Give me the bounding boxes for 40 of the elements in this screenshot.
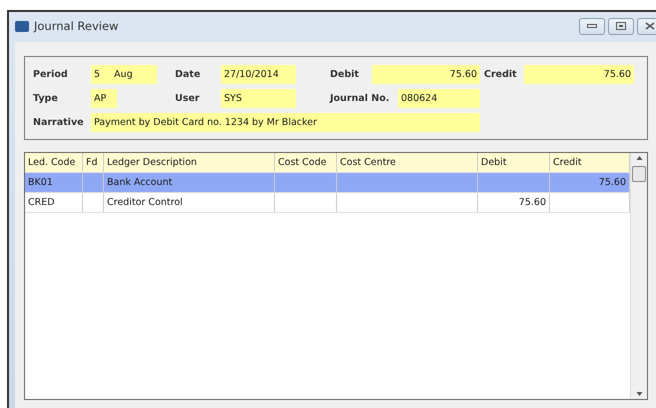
column-header[interactable]: Credit <box>550 153 630 172</box>
table-row[interactable]: BK01 Bank Account 75.60 <box>25 173 630 193</box>
column-header[interactable]: Cost Code <box>275 153 337 172</box>
value-field[interactable]: 080624 <box>398 89 480 108</box>
scroll-thumb[interactable] <box>632 166 646 182</box>
column-header[interactable]: Fd <box>83 153 104 172</box>
window-title: Journal Review <box>34 19 118 33</box>
table-row[interactable]: CRED Creditor Control 75.60 <box>25 193 630 213</box>
table-cell[interactable]: Creditor Control <box>104 193 275 212</box>
table-cell[interactable]: BK01 <box>25 173 83 192</box>
close-button[interactable] <box>637 18 656 34</box>
close-icon <box>645 22 655 30</box>
value-field[interactable]: AP <box>91 89 117 108</box>
minimize-button[interactable] <box>579 18 605 34</box>
column-header[interactable]: Ledger Description <box>104 153 275 172</box>
maximize-icon <box>616 22 626 30</box>
value-field[interactable]: 27/10/2014 <box>221 65 296 84</box>
value-field[interactable]: 75.60 <box>372 65 480 84</box>
table-cell[interactable]: CRED <box>25 193 83 212</box>
app-logo-icon <box>15 20 29 32</box>
field-label: Debit <box>330 69 360 80</box>
field-label: User <box>175 93 200 104</box>
table-cell[interactable]: Bank Account <box>104 173 275 192</box>
field-label: Narrative <box>33 117 85 128</box>
value-field[interactable]: 75.60 <box>524 65 634 84</box>
minimize-icon <box>587 24 597 28</box>
field-label: Type <box>33 93 59 104</box>
period-field[interactable]: 5 Aug <box>91 65 157 84</box>
field-label: Period <box>33 69 69 80</box>
maximize-button[interactable] <box>608 18 634 34</box>
scrollbar[interactable] <box>630 153 647 399</box>
column-header[interactable]: Debit <box>478 153 550 172</box>
column-header[interactable]: Led. Code <box>25 153 83 172</box>
column-header[interactable]: Cost Centre <box>337 153 478 172</box>
table-cell[interactable]: 75.60 <box>478 193 550 212</box>
value-field[interactable]: Payment by Debit Card no. 1234 by Mr Blacker <box>91 113 480 132</box>
field-label: Journal No. <box>330 93 390 104</box>
field-label: Credit <box>484 69 518 80</box>
value-field[interactable]: SYS <box>221 89 296 108</box>
field-label: Date <box>175 69 202 80</box>
